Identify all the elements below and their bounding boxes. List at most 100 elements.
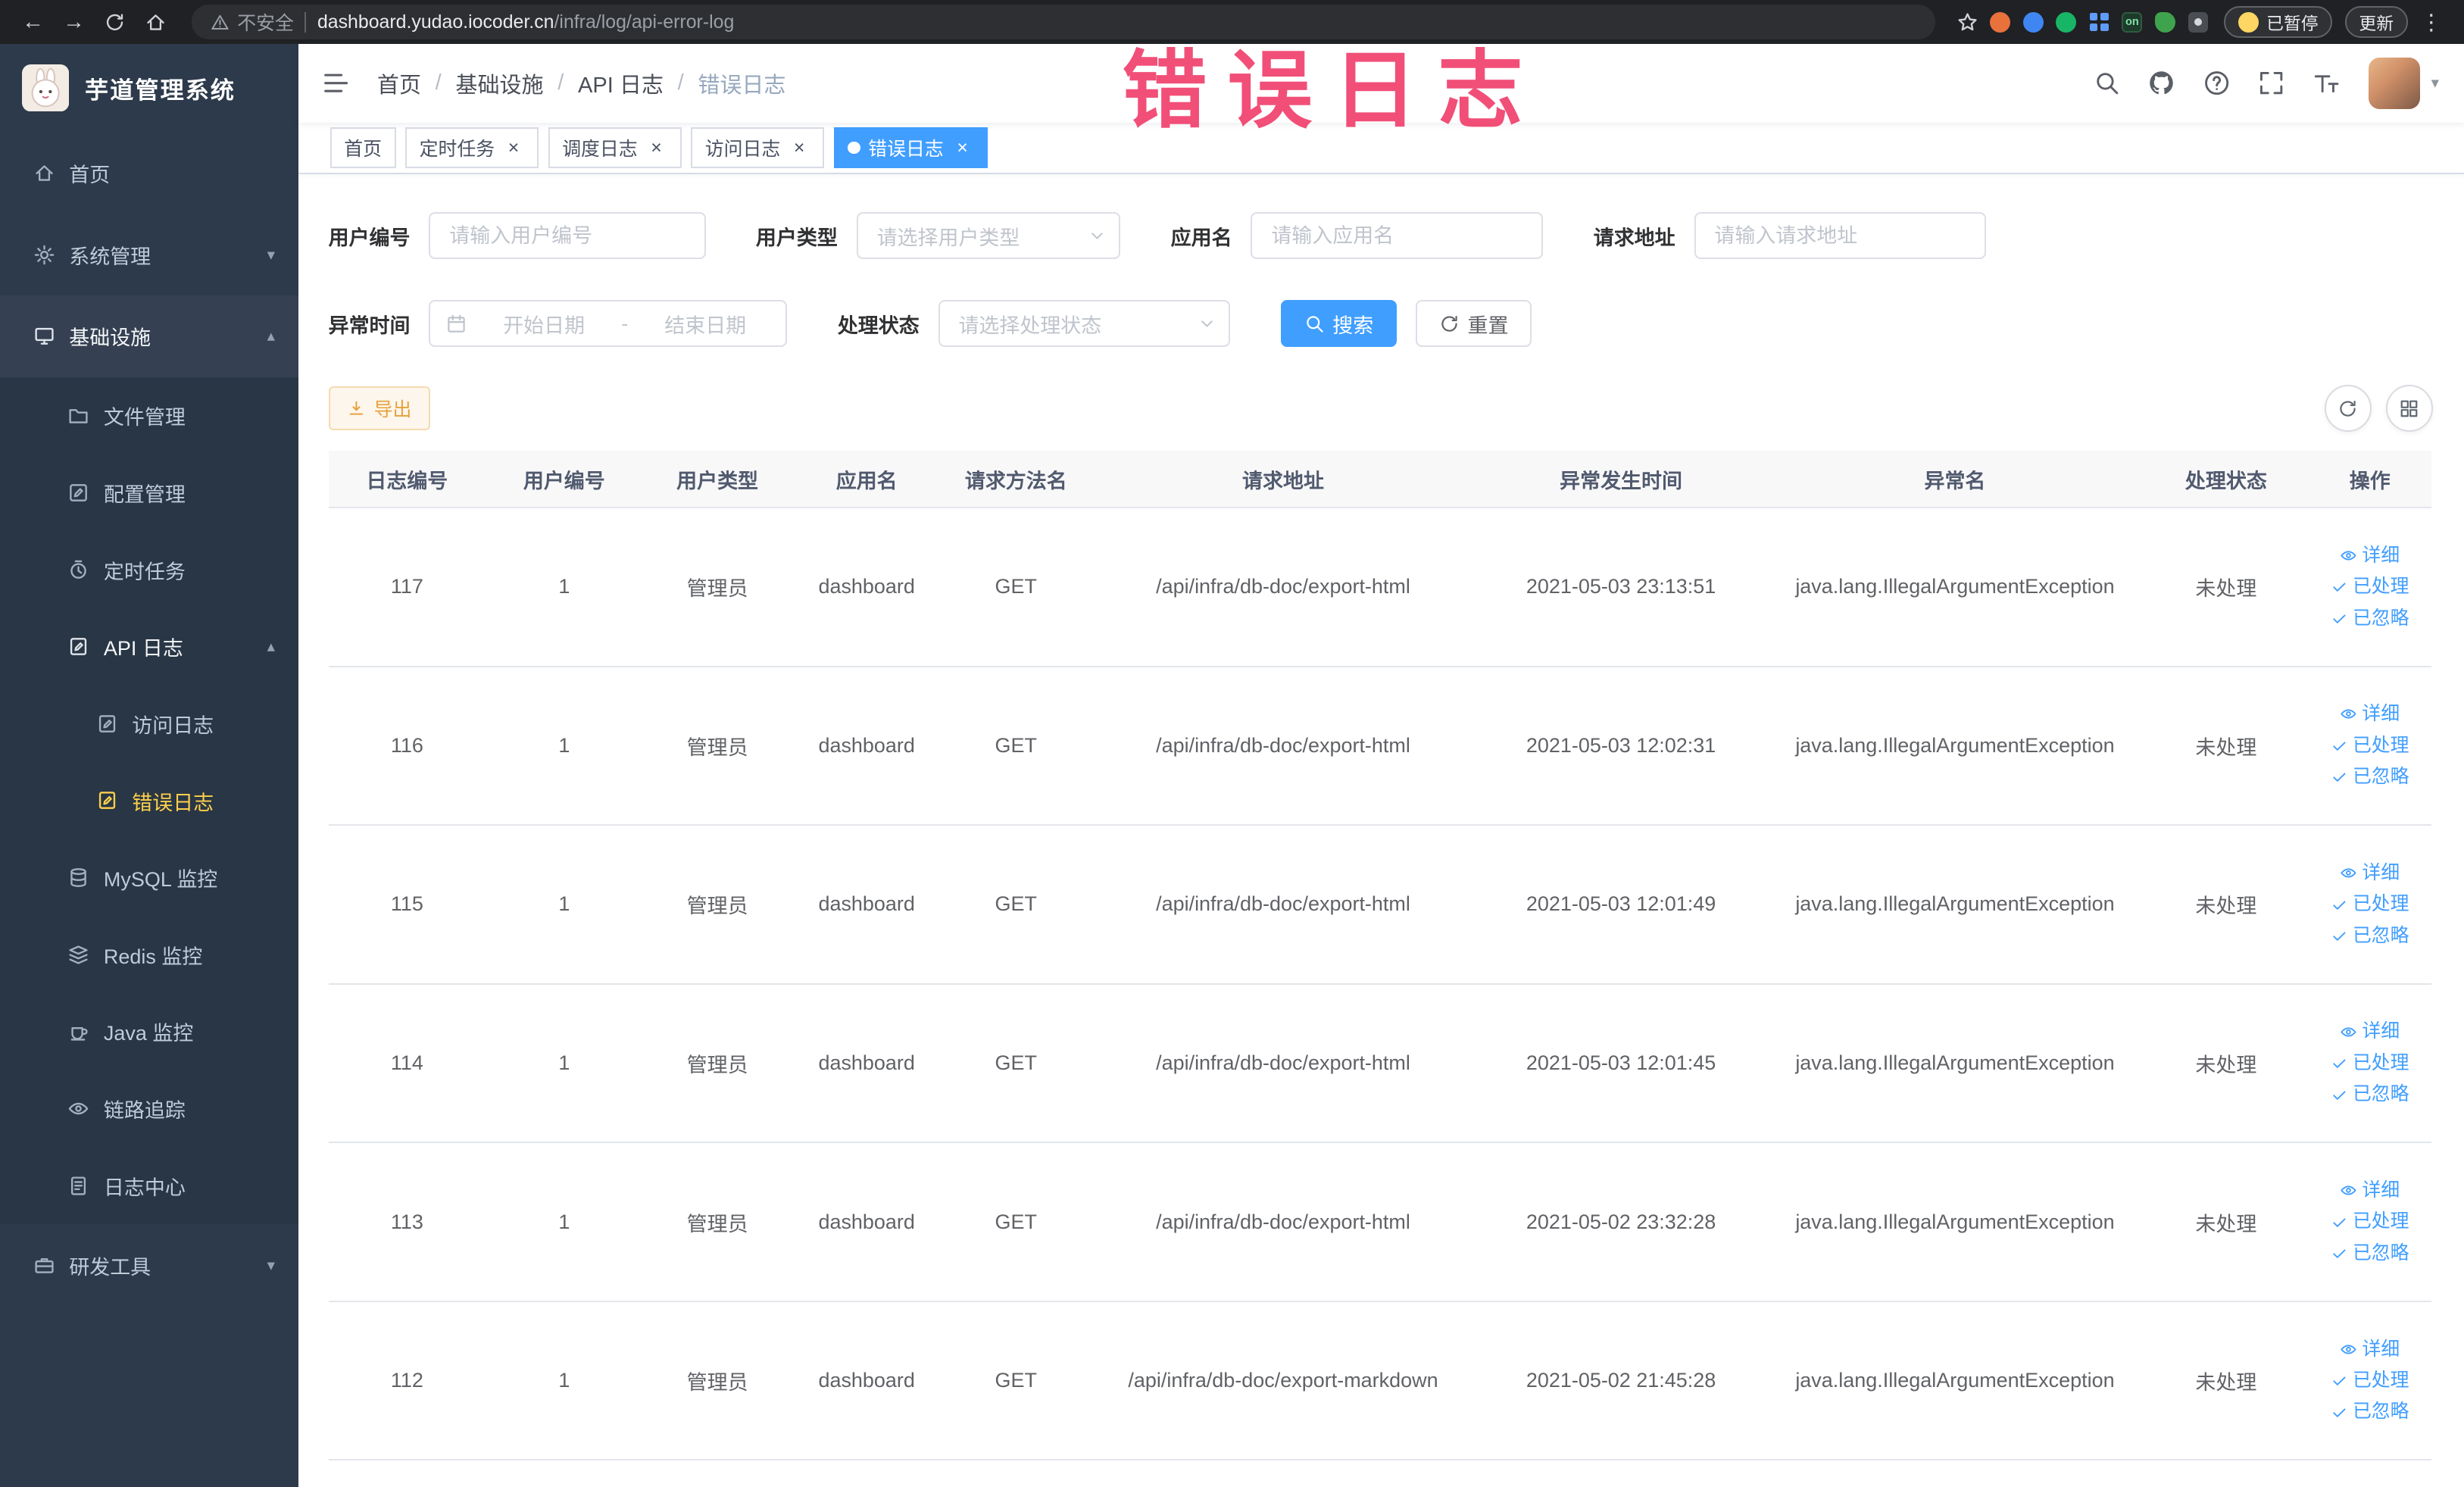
reset-label: 重置 — [1467, 314, 1509, 337]
mark-ignored-link[interactable]: 已忽略 — [2331, 607, 2409, 630]
forward-icon[interactable]: → — [57, 5, 92, 39]
close-icon[interactable]: × — [951, 137, 973, 159]
github-button[interactable] — [2148, 70, 2175, 96]
close-icon[interactable]: × — [645, 137, 667, 159]
security-chip[interactable]: 不安全 — [211, 8, 294, 36]
reload-icon[interactable] — [98, 5, 133, 39]
mark-ignored-link[interactable]: 已忽略 — [2331, 924, 2409, 948]
logo[interactable]: 芋道管理系统 — [0, 44, 298, 132]
paused-badge[interactable]: 已暂停 — [2224, 6, 2333, 38]
breadcrumb-separator: / — [435, 70, 442, 95]
mark-processed-link[interactable]: 已处理 — [2331, 575, 2409, 598]
process-status-select[interactable]: 请选择处理状态 — [938, 300, 1231, 348]
sidebar-item-config-mgmt[interactable]: 配置管理 — [0, 454, 299, 532]
sidebar-item-home[interactable]: 首页 — [0, 132, 298, 214]
row-actions: 详细 已处理 已忽略 — [2309, 861, 2431, 948]
user-menu[interactable]: ▾ — [2368, 57, 2439, 110]
extension-on-icon[interactable]: on — [2119, 8, 2145, 35]
close-icon[interactable]: × — [789, 137, 810, 159]
mark-ignored-link[interactable]: 已忽略 — [2331, 1400, 2409, 1423]
breadcrumb-item[interactable]: API 日志 — [578, 67, 664, 99]
search-button[interactable]: 搜索 — [1280, 300, 1398, 348]
tab-schedule-log[interactable]: 调度日志 × — [548, 127, 682, 169]
breadcrumb-item[interactable]: 基础设施 — [455, 67, 543, 99]
detail-link[interactable]: 详细 — [2340, 544, 2400, 567]
sidebar-item-label: 链路追踪 — [103, 1099, 186, 1123]
filter-label: 应用名 — [1170, 226, 1232, 249]
user-type-select[interactable]: 请选择用户类型 — [856, 212, 1121, 260]
update-button[interactable]: 更新 — [2344, 6, 2408, 38]
mark-ignored-link[interactable]: 已忽略 — [2331, 1242, 2409, 1265]
mark-processed-link[interactable]: 已处理 — [2331, 1210, 2409, 1233]
mark-ignored-link[interactable]: 已忽略 — [2331, 765, 2409, 789]
tab-home[interactable]: 首页 — [329, 127, 396, 169]
export-button[interactable]: 导出 — [328, 386, 431, 431]
sidebar-item-scheduled-jobs[interactable]: 定时任务 — [0, 531, 299, 608]
sidebar-item-mysql-monitor[interactable]: MySQL 监控 — [0, 839, 299, 917]
sidebar-item-infrastructure[interactable]: 基础设施 ▴ — [0, 295, 299, 377]
mark-processed-link[interactable]: 已处理 — [2331, 1051, 2409, 1075]
detail-link[interactable]: 详细 — [2340, 861, 2400, 885]
columns-button[interactable] — [2385, 385, 2433, 433]
extension-pin-icon[interactable] — [2184, 8, 2211, 35]
sidebar-item-redis-monitor[interactable]: Redis 监控 — [0, 916, 299, 994]
request-url-input[interactable] — [1694, 212, 1987, 260]
docs-button[interactable] — [2203, 70, 2230, 96]
user-id-input[interactable] — [429, 212, 706, 260]
sidebar-item-error-log[interactable]: 错误日志 — [0, 762, 299, 839]
sidebar-item-api-log[interactable]: API 日志 ▴ — [0, 608, 299, 686]
font-size-button[interactable] — [2313, 70, 2340, 96]
extension-orange-icon[interactable] — [1987, 8, 2013, 35]
on-badge: on — [2125, 15, 2139, 28]
sidebar-item-access-log[interactable]: 访问日志 — [0, 685, 299, 763]
sidebar-item-dev-tools[interactable]: 研发工具 ▾ — [0, 1224, 298, 1306]
detail-link[interactable]: 详细 — [2340, 702, 2400, 726]
error-log-table: 日志编号 用户编号 用户类型 应用名 请求方法名 请求地址 异常发生时间 异常名 处理状态 操作 … — [328, 451, 2433, 1461]
sidebar-item-file-mgmt[interactable]: 文件管理 — [0, 376, 299, 455]
extension-green-icon[interactable] — [2053, 8, 2079, 35]
hamburger-icon — [322, 69, 350, 97]
sidebar-item-java-monitor[interactable]: Java 监控 — [0, 993, 299, 1070]
github-icon — [2148, 70, 2175, 96]
export-label: 导出 — [373, 399, 412, 421]
browser-home-icon[interactable] — [139, 5, 173, 39]
back-icon[interactable]: ← — [16, 5, 51, 39]
bookmark-star-icon[interactable] — [1953, 8, 1980, 35]
extension-blue-icon[interactable] — [2020, 8, 2047, 35]
sidebar-item-label: 定时任务 — [103, 560, 186, 583]
refresh-button[interactable] — [2324, 385, 2372, 433]
sidebar-item-log-center[interactable]: 日志中心 — [0, 1147, 299, 1225]
extension-leaf-icon[interactable] — [2152, 8, 2178, 35]
tab-error-log[interactable]: 错误日志 × — [833, 127, 988, 169]
address-bar[interactable]: 不安全 dashboard.yudao.iocoder.cn/infra/log… — [192, 5, 1935, 39]
detail-link[interactable]: 详细 — [2340, 1179, 2400, 1202]
gear-icon — [33, 244, 55, 266]
mark-processed-link[interactable]: 已处理 — [2331, 892, 2409, 916]
fullscreen-button[interactable] — [2258, 70, 2284, 96]
sidebar-item-system-mgmt[interactable]: 系统管理 ▾ — [0, 214, 298, 295]
sidebar-item-trace[interactable]: 链路追踪 — [0, 1070, 299, 1148]
tab-scheduled-jobs[interactable]: 定时任务 × — [405, 127, 539, 169]
check-icon — [2331, 610, 2348, 627]
app-name-input[interactable] — [1251, 212, 1544, 260]
sidebar-item-label: API 日志 — [103, 637, 183, 661]
cell-actions: 详细 已处理 已忽略 — [2308, 508, 2431, 667]
browser-menu-icon[interactable]: ⋮ — [2414, 9, 2449, 36]
breadcrumb-item[interactable]: 首页 — [377, 67, 421, 99]
search-button-header[interactable] — [2094, 70, 2120, 96]
hamburger-icon[interactable] — [298, 69, 374, 97]
date-range-picker[interactable]: 开始日期 - 结束日期 — [429, 300, 788, 348]
close-icon[interactable]: × — [503, 137, 525, 159]
cell-log_id: 114 — [328, 983, 486, 1144]
detail-link[interactable]: 详细 — [2340, 1338, 2400, 1361]
reset-button[interactable]: 重置 — [1416, 300, 1532, 348]
cell-time: 2021-05-03 12:02:31 — [1476, 666, 1766, 826]
extension-grid-icon[interactable] — [2086, 8, 2113, 35]
mark-ignored-link[interactable]: 已忽略 — [2331, 1082, 2409, 1106]
tab-access-log[interactable]: 访问日志 × — [691, 127, 825, 169]
mark-processed-link[interactable]: 已处理 — [2331, 1369, 2409, 1392]
mark-processed-link[interactable]: 已处理 — [2331, 734, 2409, 758]
detail-link[interactable]: 详细 — [2340, 1020, 2400, 1043]
cell-url: /api/infra/db-doc/export-markdown — [1090, 1301, 1476, 1461]
check-icon — [2331, 768, 2348, 786]
